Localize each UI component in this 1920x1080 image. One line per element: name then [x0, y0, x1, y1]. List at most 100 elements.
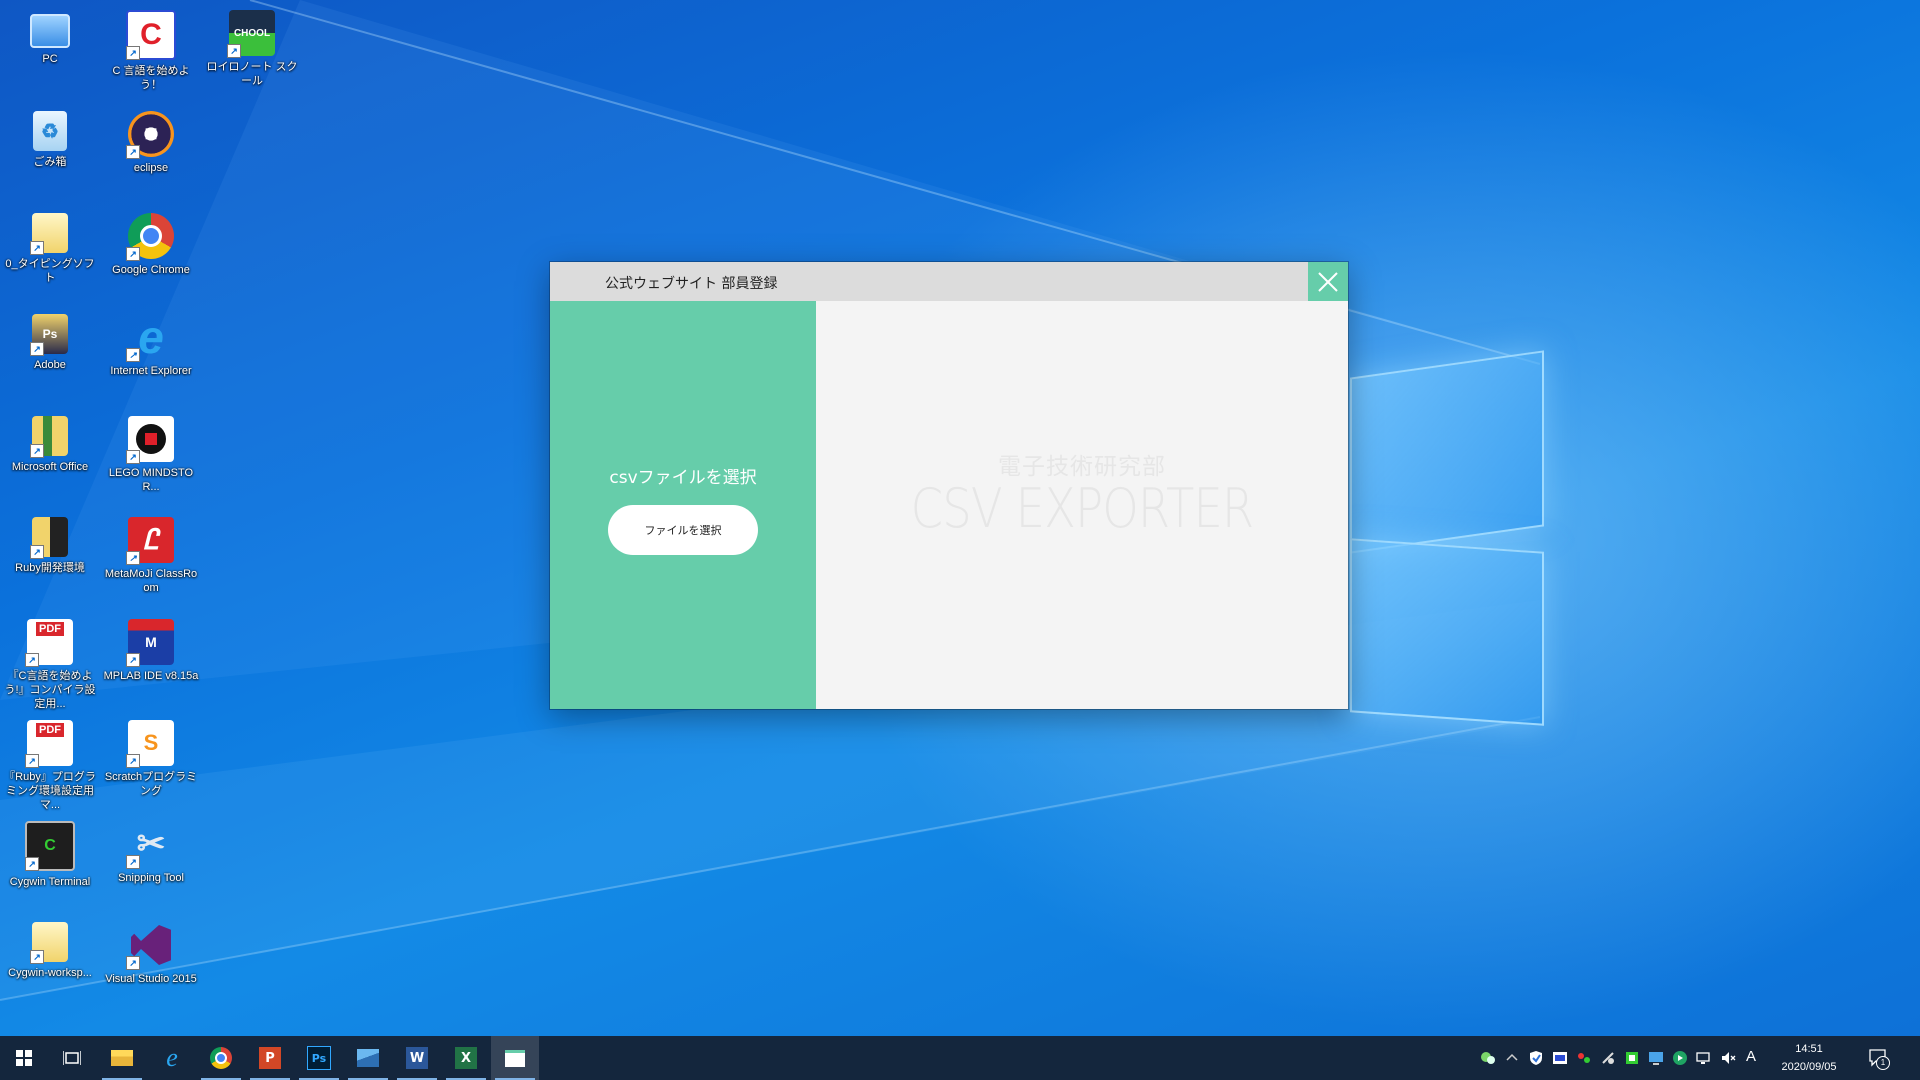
network-icon[interactable]	[1696, 1050, 1712, 1066]
task-view-button[interactable]	[48, 1036, 96, 1080]
desktop-icon-snipping-tool[interactable]: ✂ ↗ Snipping Tool	[103, 815, 199, 911]
desktop-icon-lego-mindstorms[interactable]: ↗ LEGO MINDSTOR...	[103, 410, 199, 506]
taskbar-photos[interactable]	[344, 1036, 392, 1080]
scratch-file-icon: S ↗	[126, 720, 174, 768]
app-window-icon	[505, 1049, 525, 1067]
wechat-icon[interactable]	[1480, 1050, 1496, 1066]
desktop-icon-pc[interactable]: PC	[2, 4, 98, 100]
bluetooth-device-icon[interactable]	[1600, 1050, 1616, 1066]
display-tray-icon[interactable]	[1648, 1050, 1664, 1066]
system-clock[interactable]: 14:51 2020/09/05	[1770, 1040, 1848, 1076]
adobe-folder-icon: Ps ↗	[30, 314, 68, 356]
choose-file-button[interactable]: ファイルを選択	[608, 505, 758, 555]
chrome-app-icon: ↗	[126, 213, 174, 261]
app-tray-icon[interactable]	[1552, 1050, 1568, 1066]
desktop-icon-label: Ruby開発環境	[15, 562, 85, 574]
word-icon: W	[406, 1047, 428, 1069]
mplab-app-icon: M ↗	[126, 619, 174, 667]
window-titlebar[interactable]: 公式ウェブサイト 部員登録	[550, 262, 1348, 301]
desktop-icon-label: 『Ruby』プログラミング環境設定用マ...	[4, 771, 96, 811]
window-title: 公式ウェブサイト 部員登録	[605, 276, 778, 292]
taskbar-csv-exporter[interactable]	[491, 1036, 539, 1080]
desktop-icon-mplab[interactable]: M ↗ MPLAB IDE v8.15a	[103, 613, 199, 709]
recycle-bin-icon: ♻	[33, 111, 67, 151]
clock-time: 14:51	[1795, 1043, 1823, 1055]
chrome-icon	[210, 1047, 232, 1069]
photos-icon	[357, 1049, 379, 1067]
terminal-icon: C ↗	[25, 821, 75, 871]
eclipse-app-icon: ☰ ↗	[126, 111, 174, 159]
close-icon	[1318, 271, 1338, 292]
security-tray-icon[interactable]	[1624, 1050, 1640, 1066]
desktop-icon-label: Google Chrome	[112, 264, 190, 276]
desktop-icon-ruby-pdf[interactable]: PDF ↗ 『Ruby』プログラミング環境設定用マ...	[2, 714, 98, 811]
app-name: CSV EXPORTER	[910, 477, 1255, 540]
desktop-icon-label: Scratchプログラミング	[104, 771, 198, 797]
loilonote-app-icon: CHOOL ↗	[227, 10, 275, 58]
desktop-icon-label: LEGO MINDSTOR...	[108, 467, 194, 493]
taskbar-word[interactable]: W	[393, 1036, 441, 1080]
desktop-icon-scratch[interactable]: S ↗ Scratchプログラミング	[103, 714, 199, 810]
desktop-icon-typing-folder[interactable]: ↗ 0_タイピングソフト	[2, 207, 98, 303]
desktop-icon-label: Cygwin-worksp...	[8, 967, 92, 979]
windows-logo-icon	[16, 1050, 32, 1066]
taskbar-photoshop[interactable]: Ps	[295, 1036, 343, 1080]
folder-icon: ↗	[30, 517, 68, 559]
notification-count-badge: 1	[1876, 1056, 1890, 1070]
desktop-icon-recycle-bin[interactable]: ♻ ごみ箱	[2, 105, 98, 201]
desktop-icon-label: Internet Explorer	[110, 365, 192, 377]
file-select-panel: csvファイルを選択 ファイルを選択	[550, 301, 816, 709]
pdf-file-icon: PDF ↗	[25, 619, 73, 667]
desktop-icon-c-pdf[interactable]: PDF ↗ 『C言語を始めよう!』コンパイラ設定用...	[2, 613, 98, 710]
taskbar-internet-explorer[interactable]: e	[148, 1036, 196, 1080]
desktop-icon-grid: PC C ↗ C 言語を始めよう！ CHOOL ↗ ロイロノート スクール ♻ ごみ…	[0, 0, 320, 1035]
desktop-icon-adobe[interactable]: Ps ↗ Adobe	[2, 308, 98, 404]
desktop-icon-internet-explorer[interactable]: e ↗ Internet Explorer	[103, 308, 199, 404]
taskbar-chrome[interactable]	[197, 1036, 245, 1080]
csv-select-prompt: csvファイルを選択	[609, 468, 757, 488]
ime-indicator[interactable]: A	[1746, 1048, 1756, 1065]
desktop-icon-label: Visual Studio 2015	[105, 973, 197, 985]
desktop-icon-label: C 言語を始めよう！	[112, 65, 190, 91]
wallpaper-logo-pane	[1350, 538, 1544, 726]
desktop-icon-label: eclipse	[133, 162, 169, 174]
desktop-icon-cygwin-terminal[interactable]: C ↗ Cygwin Terminal	[2, 815, 98, 911]
taskbar-powerpoint[interactable]: P	[246, 1036, 294, 1080]
taskbar-excel[interactable]: X	[442, 1036, 490, 1080]
desktop-icon-label: Adobe	[34, 359, 66, 371]
task-view-icon	[63, 1051, 81, 1065]
taskbar-file-explorer[interactable]	[98, 1036, 146, 1080]
desktop-icon-cygwin-workspace[interactable]: ↗ Cygwin-worksp...	[2, 916, 98, 1012]
scissors-icon: ✂ ↗	[126, 821, 174, 869]
shield-icon[interactable]	[1528, 1050, 1544, 1066]
desktop-icon-label: ロイロノート スクール	[206, 61, 298, 87]
visual-studio-icon: ↗	[126, 922, 174, 970]
desktop-icon-chrome[interactable]: ↗ Google Chrome	[103, 207, 199, 303]
desktop-icon-metamoji[interactable]: Ꮭ ↗ MetaMoJi ClassRoom	[103, 511, 199, 607]
office-folder-icon: ↗	[30, 416, 68, 458]
clock-date: 2020/09/05	[1781, 1061, 1837, 1073]
desktop-icon-eclipse[interactable]: ☰ ↗ eclipse	[103, 105, 199, 201]
network-share-icon[interactable]	[1576, 1050, 1592, 1066]
desktop-icon-visual-studio[interactable]: ↗ Visual Studio 2015	[103, 916, 199, 1012]
desktop-icon-label: 『C言語を始めよう!』コンパイラ設定用...	[4, 670, 96, 710]
desktop-icon-label: MetaMoJi ClassRoom	[104, 568, 198, 594]
volume-muted-icon[interactable]	[1720, 1050, 1736, 1066]
hidden-icons-chevron-icon[interactable]	[1504, 1050, 1520, 1066]
excel-icon: X	[455, 1047, 477, 1069]
desktop-icon-microsoft-office[interactable]: ↗ Microsoft Office	[2, 410, 98, 506]
play-tray-icon[interactable]	[1672, 1050, 1688, 1066]
photoshop-icon: Ps	[307, 1046, 331, 1070]
club-name: 電子技術研究部	[998, 454, 1166, 480]
desktop-icon-ruby-env[interactable]: ↗ Ruby開発環境	[2, 511, 98, 607]
system-tray: A 14:51 2020/09/05 1	[1480, 1036, 1920, 1080]
start-button[interactable]	[0, 1036, 48, 1080]
metamoji-app-icon: Ꮭ ↗	[126, 517, 174, 565]
folder-icon: ↗	[30, 922, 68, 964]
branding-panel: 電子技術研究部 CSV EXPORTER	[816, 301, 1348, 709]
desktop-icon-loilonote[interactable]: CHOOL ↗ ロイロノート スクール	[204, 4, 300, 100]
window-close-button[interactable]	[1308, 262, 1348, 301]
desktop-icon-c-language[interactable]: C ↗ C 言語を始めよう！	[103, 4, 199, 100]
action-center-icon[interactable]: 1	[1868, 1048, 1890, 1070]
powerpoint-icon: P	[259, 1047, 281, 1069]
